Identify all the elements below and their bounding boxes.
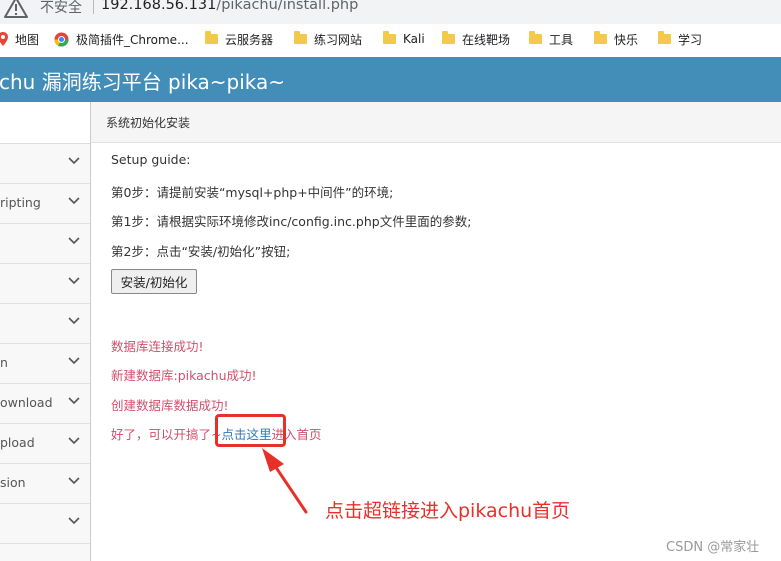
annotation-arrow [262,448,308,514]
watermark: CSDN @常家壮 [666,540,760,555]
annotation-text: 点击超链接进入pikachu首页 [325,500,571,522]
